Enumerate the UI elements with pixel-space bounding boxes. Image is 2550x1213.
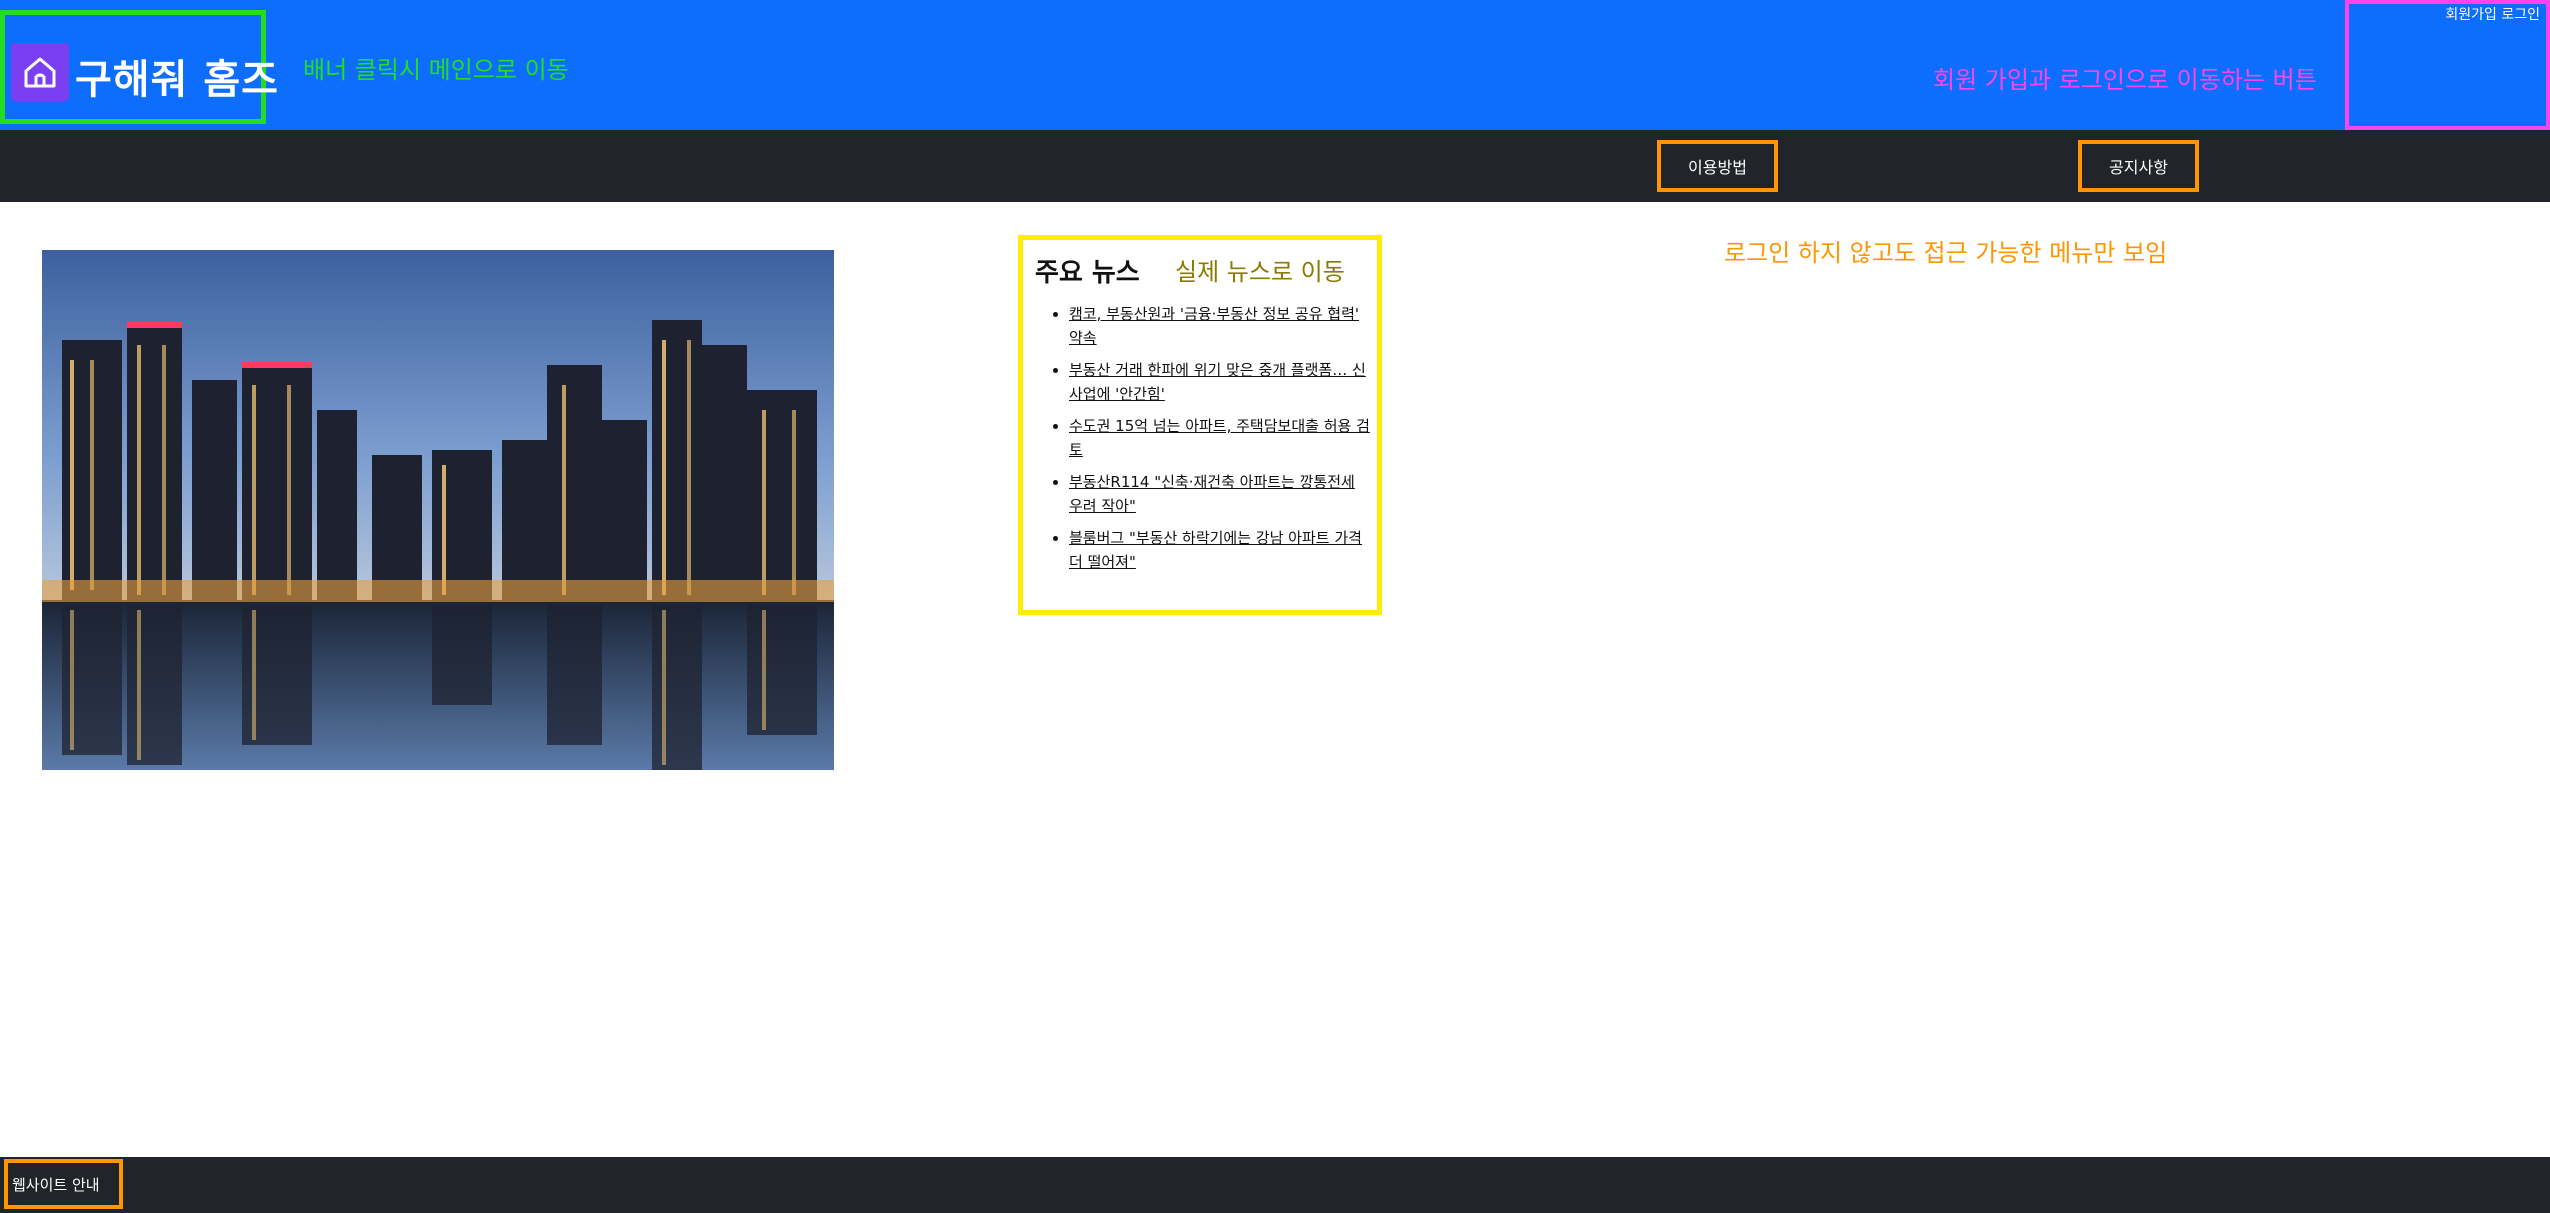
member-menu: 회원가입 로그인 — [2345, 0, 2550, 130]
news-link[interactable]: 블룸버그 "부동산 하락기에는 강남 아파트 가격 더 떨어져" — [1069, 529, 1362, 571]
news-title: 주요 뉴스 — [1035, 258, 1140, 288]
member-annotation: 회원 가입과 로그인으로 이동하는 버튼 — [1933, 66, 2317, 94]
news-link[interactable]: 수도권 15억 넘는 아파트, 주택담보대출 허용 검토 — [1069, 417, 1370, 459]
news-item: 수도권 15억 넘는 아파트, 주택담보대출 허용 검토 — [1069, 414, 1373, 462]
news-item: 캠코, 부동산원과 '금융·부동산 정보 공유 협력' 약속 — [1069, 302, 1373, 350]
nav-item-notice[interactable]: 공지사항 — [2078, 140, 2199, 192]
footer-website-info-link[interactable]: 웹사이트 안내 — [4, 1159, 123, 1209]
news-list: 캠코, 부동산원과 '금융·부동산 정보 공유 협력' 약속 부동산 거래 한파… — [1043, 302, 1373, 582]
footer: 웹사이트 안내 — [0, 1157, 2550, 1213]
site-logo-title: 구해줘 홈즈 — [75, 57, 279, 103]
news-annotation: 실제 뉴스로 이동 — [1175, 258, 1345, 286]
news-item: 부동산R114 "신축·재건축 아파트는 깡통전세 우려 작아" — [1069, 470, 1373, 518]
city-skyline-image — [42, 250, 834, 770]
banner-annotation: 배너 클릭시 메인으로 이동 — [303, 56, 569, 84]
home-icon — [11, 43, 69, 101]
member-links: 회원가입 로그인 — [2445, 4, 2540, 24]
news-link[interactable]: 부동산R114 "신축·재건축 아파트는 깡통전세 우려 작아" — [1069, 473, 1355, 515]
nav-item-usage[interactable]: 이용방법 — [1657, 140, 1778, 192]
news-panel: 주요 뉴스 실제 뉴스로 이동 캠코, 부동산원과 '금융·부동산 정보 공유 … — [1018, 235, 1382, 615]
news-link[interactable]: 캠코, 부동산원과 '금융·부동산 정보 공유 협력' 약속 — [1069, 305, 1359, 347]
news-item: 부동산 거래 한파에 위기 맞은 중개 플랫폼… 신사업에 '안간힘' — [1069, 358, 1373, 406]
news-item: 블룸버그 "부동산 하락기에는 강남 아파트 가격 더 떨어져" — [1069, 526, 1373, 574]
signup-link[interactable]: 회원가입 — [2445, 7, 2497, 23]
navbar: 이용방법 공지사항 — [0, 130, 2550, 202]
home-banner-link[interactable]: 구해줘 홈즈 — [0, 10, 278, 124]
header-banner: 구해줘 홈즈 배너 클릭시 메인으로 이동 회원 가입과 로그인으로 이동하는 … — [0, 0, 2550, 130]
nav-annotation: 로그인 하지 않고도 접근 가능한 메뉴만 보임 — [1724, 239, 2168, 267]
news-link[interactable]: 부동산 거래 한파에 위기 맞은 중개 플랫폼… 신사업에 '안간힘' — [1069, 361, 1366, 403]
login-link[interactable]: 로그인 — [2501, 7, 2540, 23]
